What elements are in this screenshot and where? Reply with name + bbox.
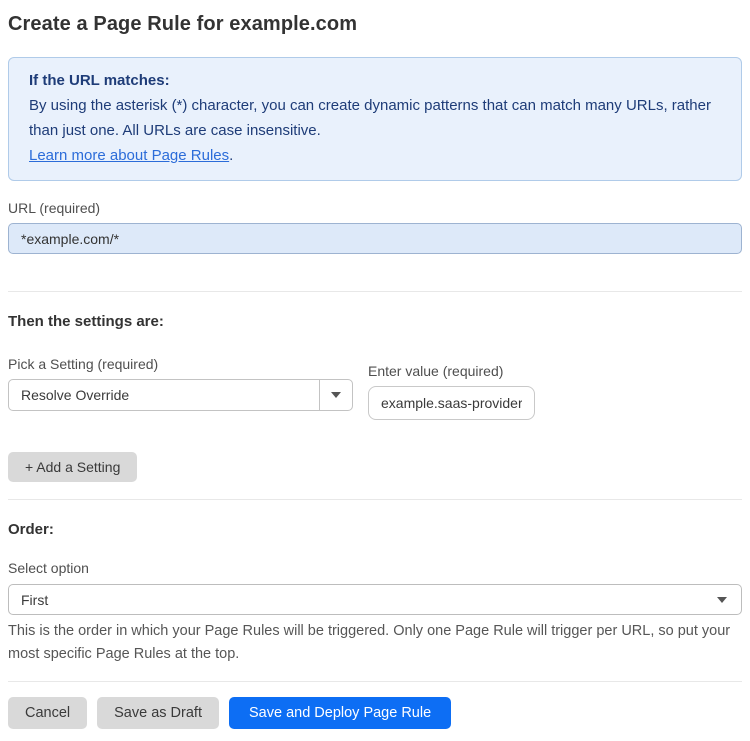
- section-divider: [8, 291, 742, 292]
- pick-setting-group: Pick a Setting (required) Resolve Overri…: [8, 356, 353, 420]
- cancel-button[interactable]: Cancel: [8, 697, 88, 729]
- section-divider: [8, 499, 742, 500]
- order-heading: Order:: [8, 521, 54, 538]
- order-select-value: First: [21, 591, 49, 608]
- save-draft-button[interactable]: Save as Draft: [97, 697, 219, 729]
- create-page-rule-form: Create a Page Rule for example.com If th…: [0, 0, 750, 741]
- learn-more-link[interactable]: Learn more about Page Rules: [29, 147, 229, 164]
- link-suffix: .: [229, 147, 234, 164]
- url-input[interactable]: [8, 223, 742, 254]
- select-option-label: Select option: [8, 560, 89, 576]
- add-setting-button[interactable]: + Add a Setting: [8, 452, 138, 482]
- order-help-text: This is the order in which your Page Rul…: [8, 623, 731, 662]
- url-label: URL (required): [8, 200, 101, 216]
- url-field-group: URL (required): [8, 200, 742, 254]
- setting-select-arrow-button[interactable]: [319, 380, 352, 410]
- chevron-down-icon: [331, 392, 341, 398]
- pick-setting-label: Pick a Setting (required): [8, 356, 159, 372]
- enter-value-label: Enter value (required): [368, 363, 504, 379]
- order-select[interactable]: First: [8, 584, 742, 615]
- url-match-info-box: If the URL matches: By using the asteris…: [8, 57, 742, 181]
- form-actions: Cancel Save as Draft Save and Deploy Pag…: [8, 697, 742, 729]
- info-box-link-line: Learn more about Page Rules.: [29, 143, 721, 168]
- setting-select[interactable]: Resolve Override: [8, 379, 353, 411]
- info-box-heading: If the URL matches:: [29, 72, 170, 89]
- settings-heading: Then the settings are:: [8, 313, 164, 330]
- setting-row: Pick a Setting (required) Resolve Overri…: [8, 356, 742, 420]
- section-divider: [8, 681, 742, 682]
- setting-select-value: Resolve Override: [21, 387, 130, 403]
- save-deploy-button[interactable]: Save and Deploy Page Rule: [228, 697, 452, 729]
- enter-value-group: Enter value (required): [368, 363, 535, 420]
- info-box-body: By using the asterisk (*) character, you…: [29, 97, 711, 139]
- page-title: Create a Page Rule for example.com: [8, 13, 358, 35]
- chevron-down-icon: [717, 596, 727, 603]
- setting-value-input[interactable]: [368, 386, 535, 420]
